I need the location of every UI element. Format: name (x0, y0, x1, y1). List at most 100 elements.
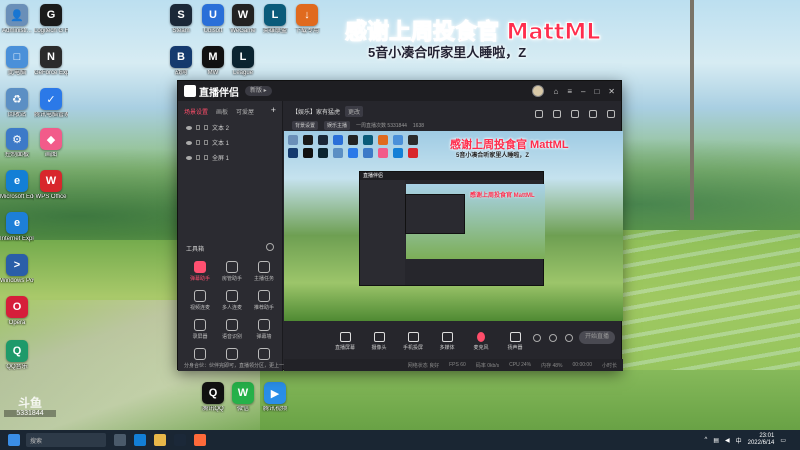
lock-icon[interactable] (196, 125, 200, 130)
start-live-button[interactable]: 开始直播 (579, 331, 615, 344)
live-companion-taskbar-icon[interactable] (194, 434, 206, 446)
explorer-taskbar-icon[interactable] (154, 434, 166, 446)
tab-cute-room[interactable]: 可爱屋 (236, 107, 254, 116)
resize-icon[interactable] (571, 110, 579, 118)
taskbar-search[interactable]: 搜索 (26, 433, 106, 447)
desktop-icon[interactable]: ♻ 回收站 (0, 88, 34, 119)
tool-item[interactable]: 录屏器 (184, 319, 216, 340)
task-view-icon[interactable] (114, 434, 126, 446)
gear-icon[interactable] (565, 334, 573, 342)
left-panel: 场景设置 画板 可爱屋 + 文本 2 文本 1 全屏 1 工具箱 弹幕助手 房管助… (178, 101, 283, 371)
stream-preview[interactable]: 感谢上周投食官 MattML 5音小凑合听家里人睡啦，Z 直播伴侣 感谢上周投食… (284, 131, 623, 321)
preview-app-icon (378, 135, 388, 145)
tool-item[interactable]: 弹幕助手 (184, 261, 216, 282)
ime-icon[interactable]: 中 (736, 436, 742, 445)
scene-icon[interactable] (553, 110, 561, 118)
background-settings-button[interactable]: 背景设置 (292, 121, 319, 130)
nested-window-preview: 直播伴侣 感谢上周投食官 MattML (359, 171, 545, 286)
desktop-icon[interactable]: W 微信 (226, 382, 260, 413)
desktop-icon[interactable]: Q QQ音乐 (0, 340, 34, 371)
chevron-up-icon[interactable]: ^ (704, 437, 707, 443)
control-4[interactable]: 麦克风 (470, 331, 492, 351)
steam-taskbar-icon[interactable] (174, 434, 186, 446)
gift-icon[interactable]: ⌂ (553, 87, 558, 96)
tab-scene[interactable]: 场景设置 (184, 107, 208, 116)
desktop-icon[interactable]: G Logitech G HUB (34, 4, 68, 35)
source-item[interactable]: 文本 2 (178, 120, 282, 135)
volume-icon[interactable]: ◀ (725, 437, 730, 444)
preview-app-icon (333, 148, 343, 158)
source-item[interactable]: 文本 1 (178, 135, 282, 150)
desktop-icon[interactable]: ↓ 下载专用 (290, 4, 324, 35)
toolbox-more-icon[interactable] (266, 243, 274, 251)
control-2[interactable]: 手机投屏 (402, 331, 424, 351)
tool-item[interactable]: 房管助手 (216, 261, 248, 282)
settings-icon[interactable] (589, 110, 597, 118)
record-icon[interactable] (533, 334, 541, 342)
add-source-icon[interactable]: + (271, 106, 276, 116)
control-label: 直播屏幕 (334, 344, 355, 351)
tool-item[interactable]: 弹幕墙 (248, 319, 280, 340)
desktop-icon[interactable]: > Windows PowerShell (0, 254, 34, 285)
desktop-icon[interactable]: L League (226, 46, 260, 77)
tool-item[interactable]: 多人连麦 (216, 290, 248, 311)
avatar[interactable] (532, 85, 545, 97)
eye-icon[interactable] (186, 155, 192, 160)
lock-icon[interactable] (196, 155, 200, 160)
desktop-icon[interactable]: ▶ 腾讯视频 (258, 382, 292, 413)
desktop-icon-label: Microsoft Edge (0, 194, 34, 200)
control-1[interactable]: 摄像头 (368, 331, 390, 351)
desktop-icon[interactable]: U Ubisoft (196, 4, 230, 35)
category-chip[interactable]: 娱乐主播 (324, 121, 351, 130)
desktop-icon[interactable]: L 英雄联盟 (258, 4, 292, 35)
desktop-icon[interactable]: B 战网 (164, 46, 198, 77)
desktop-icon-label: GeForce Experience (34, 70, 68, 76)
start-icon[interactable] (8, 434, 20, 446)
eye-icon[interactable] (186, 140, 192, 145)
control-3[interactable]: 多媒体 (436, 331, 458, 351)
desktop-icon[interactable]: e Microsoft Edge (0, 170, 34, 201)
live-companion-window: 直播伴侣 新版 ▸ ⌂ ≡ – □ ✕ 场景设置 画板 可爱屋 + 文本 2 文… (177, 80, 623, 371)
desktop-icon[interactable]: S Steam (164, 4, 198, 35)
desktop-icon[interactable]: N GeForce Experience (34, 46, 68, 77)
desktop-icon[interactable]: W WeGame (226, 4, 260, 35)
preview-app-icon (408, 148, 418, 158)
desktop-icon[interactable]: O Opera (0, 296, 34, 327)
gift-box-icon[interactable] (535, 110, 543, 118)
desktop-icon[interactable]: □ 此电脑 (0, 46, 34, 77)
desktop-icon[interactable]: 👤 Administr... (0, 4, 34, 35)
clock[interactable]: 23:01 2022/6/14 (748, 433, 775, 447)
source-item[interactable]: 全屏 1 (178, 150, 282, 165)
minimize-icon[interactable]: – (581, 87, 585, 96)
control-label: 扬声器 (507, 344, 523, 351)
desktop-icon[interactable]: ✓ 腾讯电脑管家 (34, 88, 68, 119)
app-icon: > (6, 254, 28, 276)
eye-icon[interactable] (186, 125, 192, 130)
beauty-icon[interactable] (549, 334, 557, 342)
tool-item[interactable]: 推荐助手 (248, 290, 280, 311)
maximize-icon[interactable]: □ (594, 87, 599, 96)
menu-icon[interactable]: ≡ (567, 87, 572, 96)
tool-item[interactable]: 语音识别 (216, 319, 248, 340)
edit-room-button[interactable]: 更改 (345, 106, 364, 117)
desktop-icon[interactable]: Q 腾讯QQ (196, 382, 230, 413)
lock-icon[interactable] (196, 140, 200, 145)
desktop-icon[interactable]: ⚙ 控制面板 (0, 128, 34, 159)
close-icon[interactable]: ✕ (608, 87, 615, 96)
desktop-icon[interactable]: ◆ 画图 (34, 128, 68, 159)
desktop-icon[interactable]: M MW (196, 46, 230, 77)
network-icon[interactable]: ▤ (713, 437, 719, 444)
share-icon[interactable] (607, 110, 615, 118)
notification-icon[interactable]: ▭ (780, 437, 786, 444)
edge-taskbar-icon[interactable] (134, 434, 146, 446)
tool-item[interactable]: 视频连麦 (184, 290, 216, 311)
desktop-icon[interactable]: W WPS Office (34, 170, 68, 201)
control-0[interactable]: 直播屏幕 (334, 331, 356, 351)
app-icon: ◆ (40, 128, 62, 150)
control-5[interactable]: 扬声器 (504, 331, 526, 351)
desktop-icon[interactable]: e Internet Explorer (0, 212, 34, 243)
tab-drawing[interactable]: 画板 (216, 107, 228, 116)
app-icon: 👤 (6, 4, 28, 26)
tool-item[interactable]: 主播任务 (248, 261, 280, 282)
version-badge[interactable]: 新版 ▸ (245, 86, 272, 96)
